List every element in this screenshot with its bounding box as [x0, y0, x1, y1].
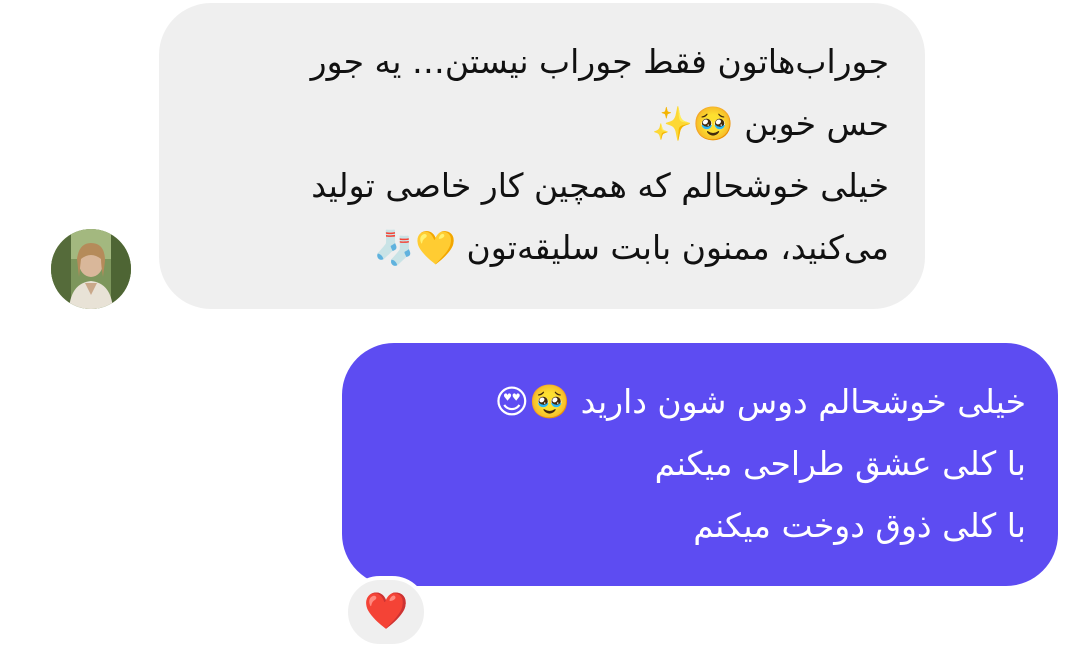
heart-icon: ❤️ [363, 591, 409, 632]
message-line: خیلی خوشحالم که همچین کار خاصی تولید [311, 166, 889, 205]
heart-reaction-badge[interactable]: ❤️ [344, 576, 428, 648]
message-line: جوراب‌هاتون فقط جوراب نیستن… یه جور [310, 42, 889, 81]
sender-avatar[interactable] [51, 229, 131, 309]
outgoing-message-bubble[interactable]: خیلی خوشحالم دوس شون دارید 🥹😍 با کلی عشق… [342, 343, 1058, 586]
message-line: خیلی خوشحالم دوس شون دارید 🥹😍 [494, 382, 1026, 421]
avatar-photo [51, 229, 131, 309]
incoming-message-bubble[interactable]: جوراب‌هاتون فقط جوراب نیستن… یه جور حس خ… [159, 3, 925, 309]
message-line: با کلی ذوق دوخت میکنم [693, 506, 1026, 545]
message-line: با کلی عشق طراحی میکنم [654, 444, 1026, 483]
message-line: می‌کنید، ممنون بابت سلیقه‌تون 💛🧦 [373, 228, 889, 267]
message-line: حس خوبن 🥹✨ [651, 104, 889, 143]
